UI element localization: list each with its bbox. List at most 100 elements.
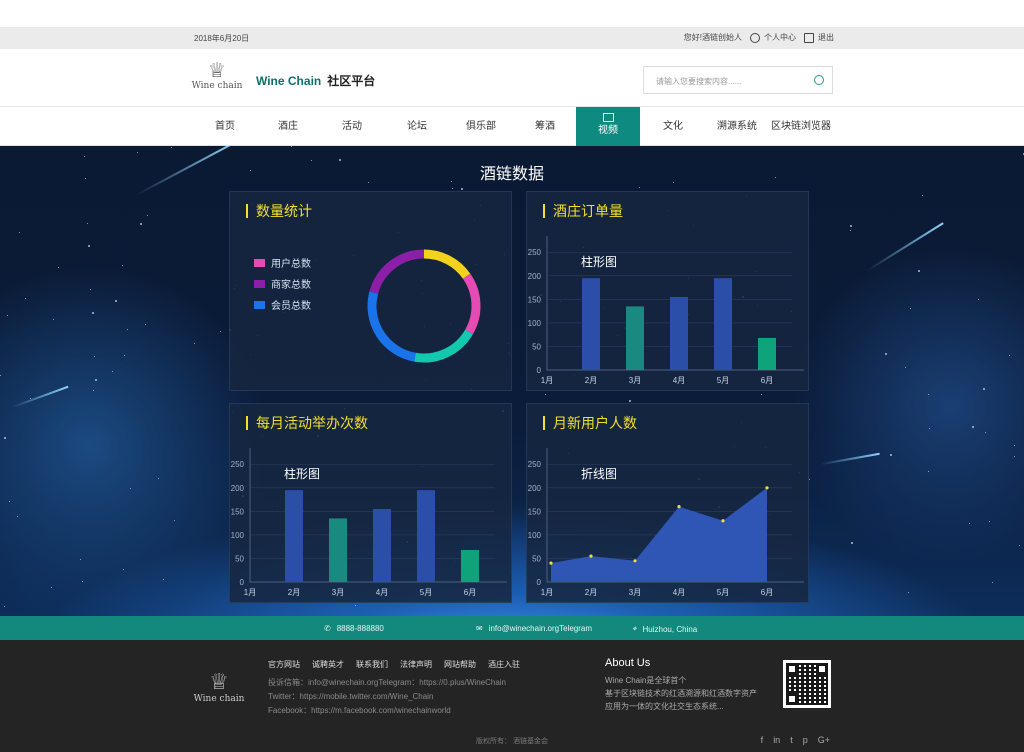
y-tick-label: 0 <box>240 578 245 587</box>
pinterest-icon[interactable]: p <box>803 735 808 745</box>
user-center-link[interactable]: 个人中心 <box>750 32 796 43</box>
star <box>921 195 923 197</box>
nav-item-6[interactable]: 视频 <box>576 107 640 146</box>
chart-inner-label: 折线图 <box>581 466 617 481</box>
data-point <box>765 486 769 490</box>
area-chart-new-users: 0 50 100 150 200 250 折线图 1月 2月 3月 4月 5月 6月 <box>528 448 804 597</box>
star <box>0 374 2 376</box>
footer-link[interactable]: 酒庄入驻 <box>488 659 520 670</box>
y-tick-label: 100 <box>231 531 245 540</box>
footer-link[interactable]: 诚聘英才 <box>312 659 344 670</box>
star <box>290 146 292 147</box>
star <box>905 367 907 369</box>
facebook-icon[interactable]: f <box>761 735 764 745</box>
bar <box>373 508 391 582</box>
nav-item-5[interactable]: 筹酒 <box>513 107 577 146</box>
panel-title: 每月活动举办次数 <box>246 416 368 430</box>
dashboard-title: 酒链数据 <box>479 166 544 183</box>
star <box>111 370 113 372</box>
star <box>1009 355 1011 357</box>
date-text: 2018年6月20日 <box>194 34 250 43</box>
star <box>984 432 986 434</box>
legend-item: 会员总数 <box>254 294 311 315</box>
donut-slice <box>367 291 416 362</box>
y-tick-label: 250 <box>528 248 542 257</box>
star <box>3 437 6 440</box>
nav-item-0[interactable]: 首页 <box>193 107 257 146</box>
legend-item: 用户总数 <box>254 252 311 273</box>
y-tick-label: 0 <box>537 366 542 375</box>
x-tick-label: 2月 <box>585 376 597 385</box>
bar <box>714 278 732 370</box>
star <box>968 523 970 525</box>
star <box>18 231 20 233</box>
star <box>929 427 931 429</box>
legend-item: 商家总数 <box>254 273 311 294</box>
panel-title: 数量统计 <box>246 204 312 218</box>
panel-title: 月新用户人数 <box>543 416 637 430</box>
user-icon <box>750 32 760 43</box>
search-input[interactable]: 请输入您要搜索内容...... <box>643 66 833 94</box>
twitter-icon[interactable]: t <box>790 735 793 745</box>
data-point <box>721 519 725 523</box>
nav-item-1[interactable]: 酒庄 <box>256 107 320 146</box>
star <box>989 521 991 523</box>
site-footer: ♕ Wine chain 官方网站 诚聘英才 联系我们 法律声明 网站帮助 酒庄入驻 投诉… <box>0 640 1024 752</box>
star <box>83 155 85 157</box>
nav-item-2[interactable]: 活动 <box>320 107 384 146</box>
star <box>761 393 763 395</box>
x-tick-label: 5月 <box>717 588 729 597</box>
x-tick-label: 1月 <box>541 588 553 597</box>
donut-chart <box>367 249 481 363</box>
footer-info: 投诉信箱：info@winechain.orgTelegram：https://… <box>268 678 506 715</box>
logout-link[interactable]: 退出 <box>804 32 834 43</box>
email[interactable]: ✉ info@winechain.orgTelegram <box>476 624 592 633</box>
star <box>90 289 92 291</box>
nav-item-9[interactable]: 区块链浏览器 <box>769 107 833 146</box>
star <box>908 591 910 593</box>
x-tick-label: 3月 <box>629 588 641 597</box>
donut-slice <box>423 249 471 279</box>
bar <box>670 296 688 370</box>
nav-item-8[interactable]: 溯源系统 <box>705 107 769 146</box>
data-point <box>589 554 593 558</box>
star <box>88 244 91 247</box>
footer-link[interactable]: 联系我们 <box>356 659 388 670</box>
panel-monthly-events: 每月活动举办次数 0 50 100 150 200 250 柱形图 1月 2月 3月 4月 5月 6月 <box>229 403 512 603</box>
brand-name: Wine Chain 社区平台 <box>256 74 376 88</box>
copyright: 版权所有： 酒链基金会 <box>476 738 548 745</box>
star <box>927 394 929 396</box>
footer-links: 官方网站 诚聘英才 联系我们 法律声明 网站帮助 酒庄入驻 <box>268 659 520 670</box>
star <box>123 354 125 356</box>
data-point <box>633 559 637 563</box>
nav-item-4[interactable]: 俱乐部 <box>449 107 513 146</box>
bar-chart-events: 0 50 100 150 200 250 柱形图 1月 2月 3月 4月 5月 6月 <box>231 448 507 597</box>
video-icon <box>602 113 614 122</box>
star <box>92 390 94 392</box>
x-tick-label: 4月 <box>376 588 388 597</box>
star <box>629 399 631 402</box>
nav-item-3[interactable]: 论坛 <box>385 107 449 146</box>
nav-item-7[interactable]: 文化 <box>641 107 705 146</box>
star <box>7 315 9 317</box>
star <box>171 147 173 149</box>
star <box>1013 444 1015 446</box>
legend-swatch <box>254 300 265 309</box>
y-tick-label: 100 <box>528 319 542 328</box>
footer-link[interactable]: 官方网站 <box>268 659 300 670</box>
footer-link[interactable]: 法律声明 <box>400 659 432 670</box>
google-plus-icon[interactable]: G+ <box>818 735 830 745</box>
greeting-text: 您好!酒链创始人 <box>683 33 742 42</box>
star <box>1018 544 1020 546</box>
wine-glass-icon: ♕ <box>209 669 229 694</box>
y-tick-label: 150 <box>231 507 245 516</box>
logo[interactable]: ♕ Wine chain <box>190 61 244 99</box>
footer-link[interactable]: 网站帮助 <box>444 659 476 670</box>
linkedin-icon[interactable]: in <box>773 735 780 745</box>
y-tick-label: 200 <box>528 484 542 493</box>
star <box>889 453 892 456</box>
search-icon[interactable] <box>814 75 824 85</box>
star <box>193 343 195 345</box>
star <box>123 568 125 570</box>
mail-icon: ✉ <box>476 624 483 633</box>
